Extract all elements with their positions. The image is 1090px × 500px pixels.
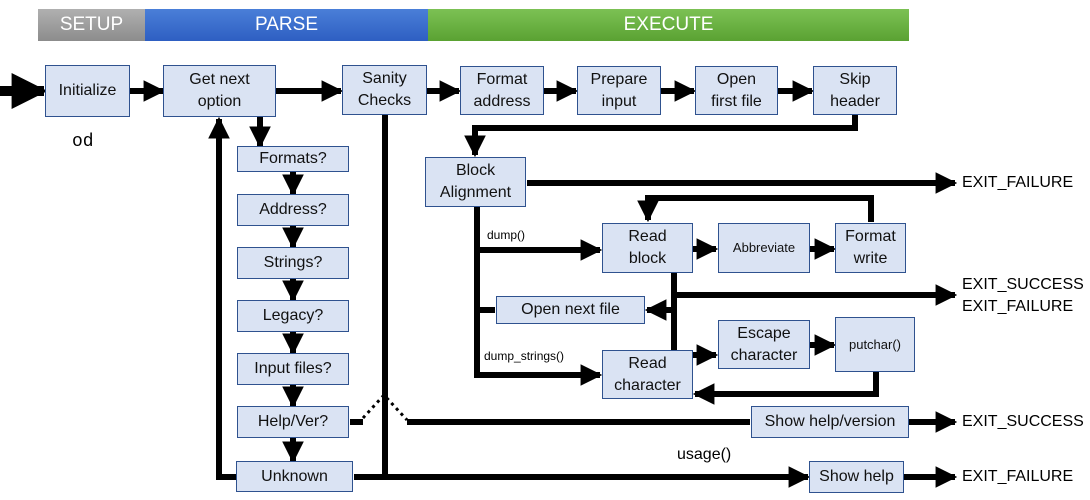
node-format-write[interactable]: Format write xyxy=(835,223,906,273)
node-read-character[interactable]: Read character xyxy=(602,350,693,399)
node-legacy[interactable]: Legacy? xyxy=(237,300,349,332)
node-escape-character[interactable]: Escape character xyxy=(718,320,810,369)
edge-label-dump-strings: dump_strings() xyxy=(484,349,565,363)
node-open-first-file[interactable]: Open first file xyxy=(695,66,778,115)
exit-show-help: EXIT_FAILURE xyxy=(962,468,1074,485)
node-help-ver[interactable]: Help/Ver? xyxy=(237,406,349,438)
node-get-next-option[interactable]: Get next option xyxy=(163,65,276,117)
edge-loop-back xyxy=(208,116,237,480)
node-address[interactable]: Address? xyxy=(237,194,349,226)
node-read-block[interactable]: Read block xyxy=(602,223,693,273)
node-block-alignment[interactable]: Block Alignment xyxy=(425,157,526,207)
exit-help-version: EXIT_SUCCESS xyxy=(962,413,1084,430)
exit-block-alignment: EXIT_FAILURE xyxy=(962,174,1074,191)
node-initialize[interactable]: Initialize xyxy=(45,65,130,117)
node-unknown[interactable]: Unknown xyxy=(236,461,353,492)
node-strings[interactable]: Strings? xyxy=(237,247,349,279)
node-prepare-input[interactable]: Prepare input xyxy=(577,66,661,115)
node-formats[interactable]: Formats? xyxy=(237,146,349,172)
od-flow-diagram: SETUP PARSE EXECUTE Initialize od Get ne… xyxy=(0,0,1090,500)
node-skip-header[interactable]: Skip header xyxy=(813,66,897,115)
exit-read-block: EXIT_SUCCESS EXIT_FAILURE xyxy=(962,276,1084,315)
node-putchar[interactable]: putchar() xyxy=(835,317,915,372)
node-sanity-checks[interactable]: Sanity Checks xyxy=(342,65,427,115)
node-show-help-version[interactable]: Show help/version xyxy=(751,406,909,438)
node-format-address[interactable]: Format address xyxy=(460,66,544,115)
node-input-files[interactable]: Input files? xyxy=(237,353,349,385)
edge-skip-block xyxy=(464,115,858,158)
edge-label-dump: dump() xyxy=(487,228,526,242)
edge-label-usage: usage() xyxy=(677,446,732,463)
node-show-help[interactable]: Show help xyxy=(809,461,904,493)
program-name-label: od xyxy=(72,132,94,152)
node-abbreviate[interactable]: Abbreviate xyxy=(718,223,810,273)
edge-formatwrite-loop xyxy=(637,195,874,223)
edge-putchar-loop xyxy=(692,372,879,405)
node-open-next-file[interactable]: Open next file xyxy=(496,296,645,324)
